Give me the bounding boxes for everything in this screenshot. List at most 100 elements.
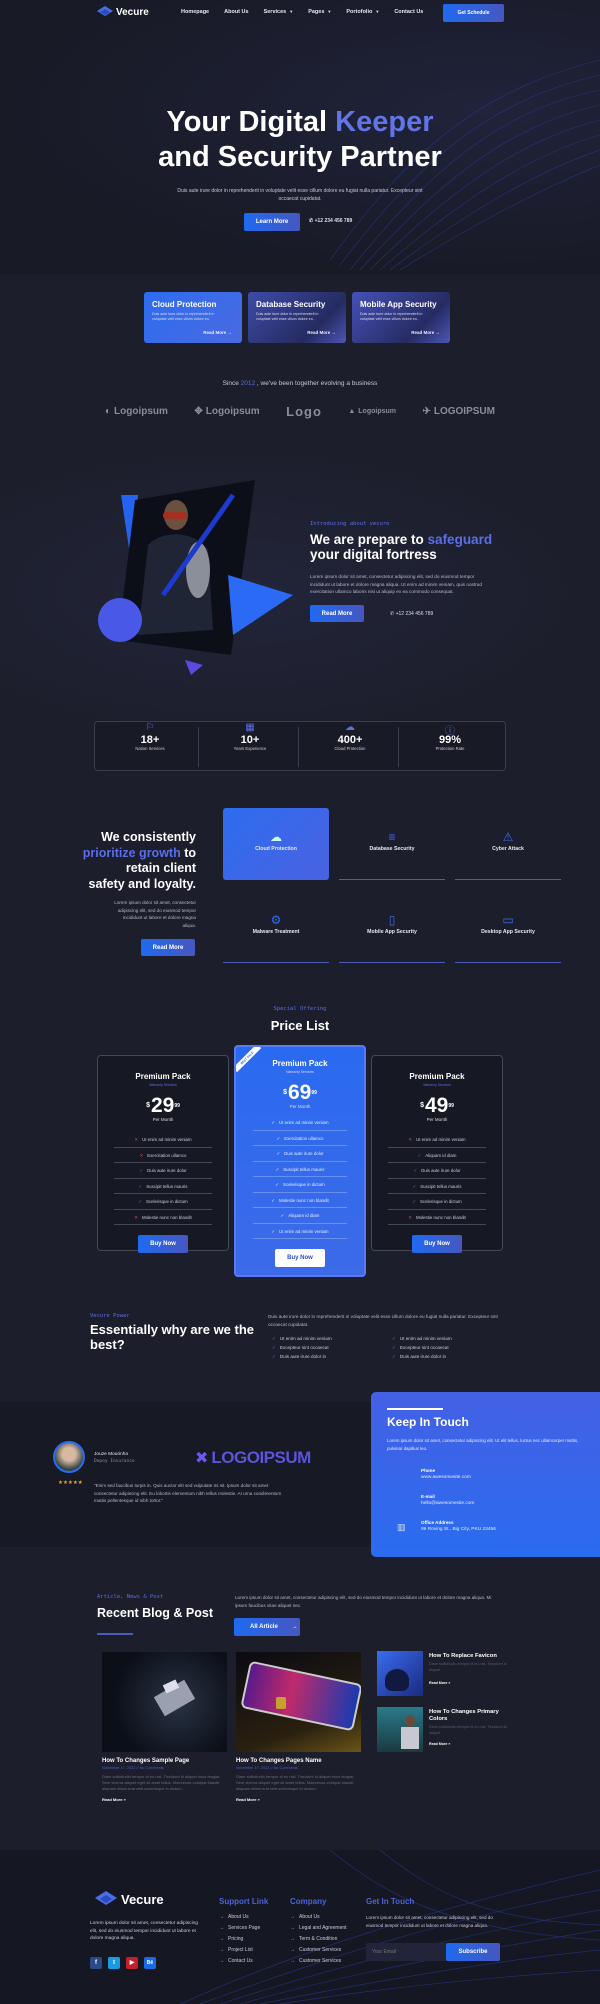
plan-price: $6999 [283, 1081, 317, 1104]
pricing-eyebrow: Special Offering [273, 1006, 327, 1012]
side-post[interactable]: How To Replace Favicon Diam sollicitudin … [377, 1651, 507, 1697]
service-tile-desktop[interactable]: ▭ Desktop App Security [455, 891, 561, 963]
testimonial-company-logo: ✖ LOGOIPSUM [195, 1448, 311, 1467]
stat-item: ⚐ 18+ Nation Services [100, 722, 200, 751]
brand-logo[interactable]: Vecure [97, 6, 149, 18]
card-read-more-link[interactable]: Read More → [203, 330, 232, 335]
plan-period: Per Month [426, 1117, 448, 1122]
post-read-more-link[interactable]: Read More » [102, 1797, 227, 1802]
partner-logo: ◐ Logoipsum [105, 406, 168, 417]
all-article-button[interactable]: All Article → [234, 1618, 300, 1636]
post-image-phone-lock[interactable] [236, 1652, 361, 1752]
hero-title-part: Your Digital [166, 106, 336, 138]
service-tile-malware[interactable]: ⚙ Malware Treatment [223, 891, 329, 963]
feature-card-cloud[interactable]: Cloud Protection Duis aute irure dolor in… [144, 292, 242, 343]
youtube-icon[interactable]: ▶ [126, 1956, 138, 1969]
service-tile-cyber-attack[interactable]: ⚠ Cyber Attack [455, 808, 561, 880]
blog-post-card[interactable]: How To Changes Pages Name November 17, 20… [236, 1652, 361, 1802]
footer-link[interactable]: → Customer Services [290, 1947, 347, 1953]
blog-post-card[interactable]: How To Changes Sample Page November 17, 2… [102, 1652, 227, 1802]
buy-now-button[interactable]: Buy Now [412, 1235, 462, 1253]
buy-now-button[interactable]: Buy Now [275, 1249, 325, 1267]
about-phone[interactable]: ✆ +12 234 456 789 [390, 611, 433, 617]
arrow-right-icon: → [291, 1624, 298, 1630]
reviewer-name: Jouze Mourinho [94, 1452, 129, 1457]
database-icon: ≡ [388, 830, 396, 844]
contact-address: Office Address 99 Roving St., Big City, P… [421, 1520, 496, 1532]
partner-logo: ✈ LOGOIPSUM [422, 406, 495, 417]
post-image-hand[interactable] [377, 1651, 423, 1696]
post-excerpt: Diam sollicitudin tempor id eu nisl. Tin… [429, 1725, 507, 1735]
footer-link[interactable]: → Pricing [219, 1936, 268, 1942]
post-read-more-link[interactable]: Read More » [429, 1681, 507, 1685]
about-read-more-button[interactable]: Read More [310, 605, 364, 622]
service-tile-database[interactable]: ≡ Database Security [339, 808, 445, 880]
subscribe-button[interactable]: Subscribe [446, 1943, 500, 1961]
post-title[interactable]: How To Replace Favicon [429, 1653, 507, 1660]
alert-icon: ⓘ [445, 726, 455, 737]
brand-name: Vecure [116, 6, 149, 18]
buy-now-button[interactable]: Buy Now [138, 1235, 188, 1253]
reviewer-role: Depoy Insurance [94, 1459, 135, 1464]
facebook-icon[interactable]: f [90, 1957, 102, 1969]
stat-item: ▦ 10+ Years Experience [200, 722, 300, 751]
nav-link-contact-us[interactable]: Contact Us [394, 9, 423, 15]
feature-card-database[interactable]: Database Security Duis aute irure dolor i… [248, 292, 346, 343]
plan-feature: ✓ Aliquam id diam [253, 1208, 347, 1224]
nav-link-about-us[interactable]: About Us [224, 9, 248, 15]
service-tile-cloud[interactable]: ☁ Cloud Protection [223, 808, 329, 880]
blog-text: Lorem ipsum dolor sit amet, consectetur … [235, 1595, 492, 1608]
arrow-right-icon: → [290, 1958, 295, 1964]
nav-link-pages[interactable]: Pages ▼ [308, 9, 331, 15]
card-read-more-link[interactable]: Read More → [307, 330, 336, 335]
hero-phone[interactable]: ✆ +12 234 456 789 [309, 218, 352, 224]
plan-period: Per Month [289, 1104, 311, 1109]
nav-link-services[interactable]: Services ▼ [264, 9, 294, 15]
get-schedule-button[interactable]: Get Schedule [443, 4, 504, 22]
arrow-right-icon: → [290, 1925, 295, 1931]
post-read-more-link[interactable]: Read More » [429, 1742, 507, 1746]
post-excerpt: Diam sollicitudin tempor id eu nisl. Tin… [429, 1662, 507, 1672]
growth-read-more-button[interactable]: Read More [141, 939, 195, 956]
plan-feature: ✓ Aliquam id diam [388, 1148, 486, 1163]
post-image-hacker[interactable] [102, 1652, 227, 1752]
post-title[interactable]: How To Changes Sample Page [102, 1758, 227, 1764]
plan-features: ✕ Ut enim ad minim veniam ✕ Exercitation ul… [98, 1132, 228, 1225]
post-title[interactable]: How To Changes Primary Colors [429, 1709, 507, 1723]
feature-card-mobile[interactable]: Mobile App Security Duis aute irure dolor… [352, 292, 450, 343]
nav-link-homepage[interactable]: Homepage [181, 9, 209, 15]
post-title[interactable]: How To Changes Pages Name [236, 1758, 361, 1764]
footer-link[interactable]: → Services Page [219, 1925, 268, 1931]
footer-link[interactable]: → About Us [290, 1914, 347, 1920]
behance-icon[interactable]: Bē [144, 1957, 156, 1969]
why-eyebrow: Vecure Power [90, 1313, 130, 1319]
main-nav: Homepage About Us Services ▼ Pages ▼ Portofoli… [181, 9, 438, 15]
newsletter-email-input[interactable] [366, 1943, 446, 1961]
post-read-more-link[interactable]: Read More » [236, 1797, 361, 1802]
side-post[interactable]: How To Changes Primary Colors Diam sollic… [377, 1707, 507, 1753]
footer-brand[interactable]: Vecure [95, 1891, 164, 1907]
contact-email[interactable]: E-mail hello@awesomesite.com [421, 1494, 474, 1506]
logo-icon [95, 1891, 117, 1905]
nav-link-portofolio[interactable]: Portofolio ▼ [346, 9, 379, 15]
post-image-person-computer[interactable] [377, 1707, 423, 1752]
footer-link[interactable]: → Contact Us [219, 1958, 268, 1964]
plan-feature: ✓ Duis aute irure dolor [388, 1163, 486, 1179]
logo-mark-icon: ✖ [195, 1450, 209, 1467]
check-icon: ✓ [276, 1151, 281, 1156]
why-list-item: ✓ Ut enim ad minim veniam [392, 1336, 452, 1341]
service-tile-mobile[interactable]: ▯ Mobile App Security [339, 891, 445, 963]
card-read-more-link[interactable]: Read More → [411, 330, 440, 335]
footer-link[interactable]: → Customer Services [290, 1958, 347, 1964]
learn-more-button[interactable]: Learn More [244, 213, 300, 231]
plan-feature: ✓ Scelerisque in dictum [253, 1177, 347, 1193]
avatar [53, 1441, 85, 1473]
twitter-icon[interactable]: t [108, 1957, 120, 1969]
footer-link[interactable]: → Term & Condition [290, 1936, 347, 1942]
plan-feature: ✓ Scelerisque in dictum [388, 1194, 486, 1210]
check-icon: ✓ [412, 1183, 417, 1189]
footer-link[interactable]: → Project List [219, 1947, 268, 1953]
footer-link[interactable]: → Legal and Agreement [290, 1925, 347, 1931]
footer-link[interactable]: → About Us [219, 1914, 268, 1920]
armor-arm [186, 542, 210, 598]
